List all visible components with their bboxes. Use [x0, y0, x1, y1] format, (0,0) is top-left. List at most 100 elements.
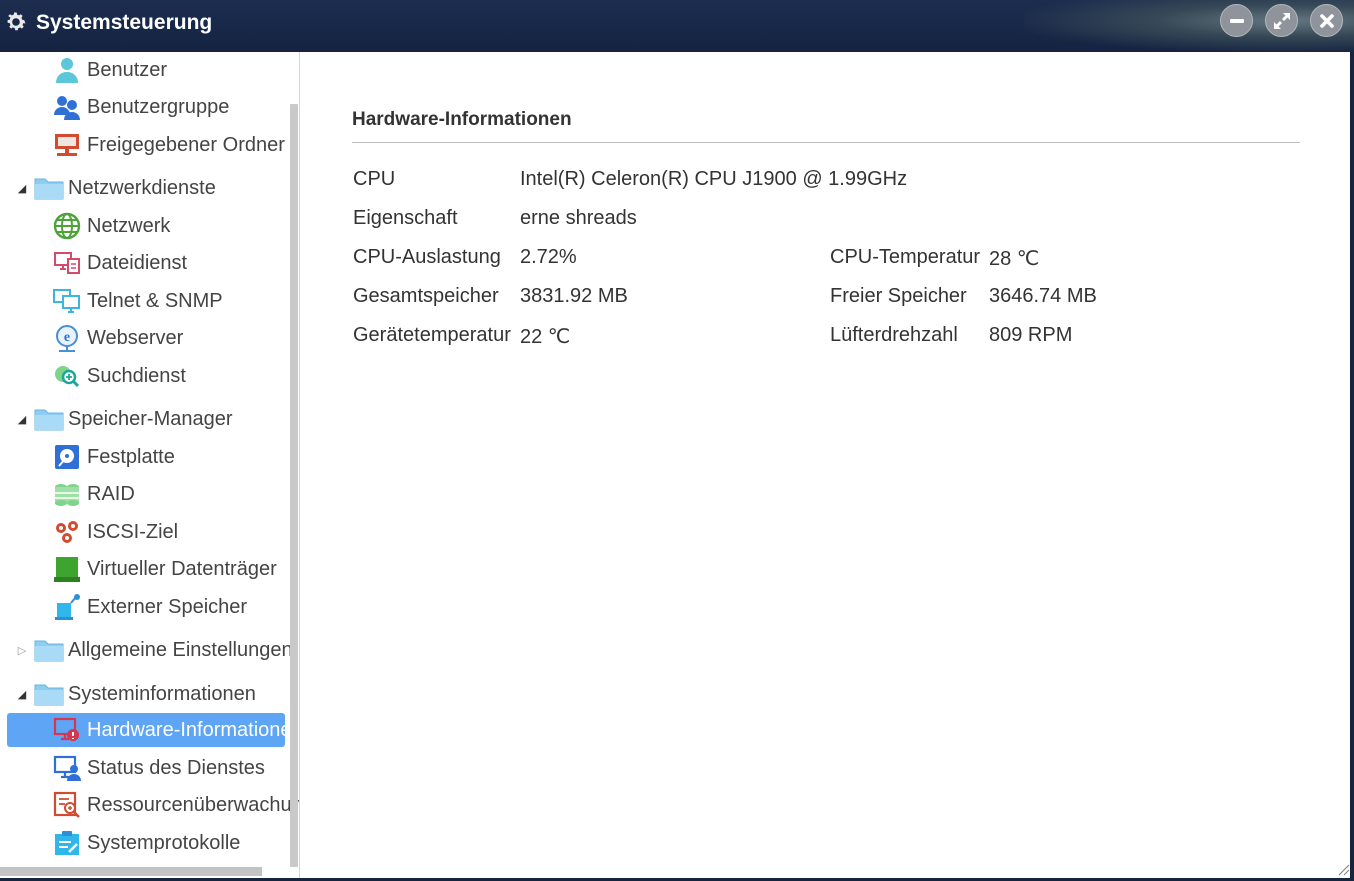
- tree-item-externer-speicher[interactable]: Externer Speicher: [0, 590, 290, 624]
- section-title: Hardware-Informationen: [352, 109, 572, 130]
- sidebar-vertical-scrollbar[interactable]: [290, 104, 298, 867]
- control-panel-window: Systemsteuerung Benutzer Benutzergruppe …: [0, 0, 1354, 881]
- gear-icon: [7, 12, 26, 31]
- tree-item-label: Virtueller Datenträger: [87, 557, 277, 580]
- cpu-temperature-label: CPU-Temperatur: [830, 246, 981, 268]
- close-icon: [1319, 13, 1334, 28]
- tree-group-label: Netzwerkdienste: [68, 176, 216, 199]
- tree-item-label: Externer Speicher: [87, 595, 248, 618]
- shared-folder-icon: [55, 134, 79, 156]
- cpu-load-label: CPU-Auslastung: [353, 246, 501, 268]
- eigenschaft-label: Eigenschaft: [353, 207, 458, 229]
- iscsi-icon: [56, 521, 78, 543]
- tree-item-telnet-snmp[interactable]: Telnet & SNMP: [0, 284, 290, 318]
- tree-item-dateidienst[interactable]: Dateidienst: [0, 246, 290, 280]
- svg-text:e: e: [64, 330, 70, 345]
- collapse-arrow-icon[interactable]: ◢: [14, 413, 30, 426]
- free-memory-label: Freier Speicher: [830, 285, 967, 307]
- window-title: Systemsteuerung: [36, 11, 213, 34]
- external-storage-icon: [55, 594, 80, 620]
- section-divider: [352, 142, 1300, 143]
- raid-icon: [55, 484, 79, 506]
- hard-disk-icon: [55, 445, 79, 469]
- minimize-icon: [1229, 18, 1244, 23]
- virtual-disk-icon: [54, 557, 80, 582]
- resource-monitor-icon: [53, 791, 80, 818]
- tree-item-label: Dateidienst: [87, 251, 188, 274]
- minimize-button[interactable]: [1220, 4, 1253, 37]
- tree-item-label: Hardware-Informationen: [87, 718, 300, 741]
- globe-icon: [53, 212, 81, 240]
- device-temperature-value: 22 ℃: [520, 326, 571, 348]
- cpu-temperature-value: 28 ℃: [989, 248, 1040, 270]
- fan-speed-value: 809 RPM: [989, 324, 1073, 346]
- folder-icon: [34, 178, 64, 200]
- tree-item-label: Netzwerk: [87, 214, 171, 237]
- collapse-arrow-icon[interactable]: ◢: [14, 182, 30, 195]
- close-button[interactable]: [1310, 4, 1343, 37]
- resize-grip-icon[interactable]: [1336, 862, 1350, 876]
- folder-icon: [34, 640, 64, 662]
- title-bar[interactable]: Systemsteuerung: [0, 0, 1354, 52]
- free-memory-value: 3646.74 MB: [989, 285, 1097, 307]
- tree-group-systeminformationen[interactable]: ◢ Systeminformationen: [0, 677, 290, 711]
- tree-group-label: Allgemeine Einstellungen: [68, 638, 293, 661]
- tree-item-raid[interactable]: RAID: [0, 477, 290, 511]
- navigation-tree: Benutzer Benutzergruppe Freigegebener Or…: [0, 52, 300, 878]
- tree-item-label: ISCSI-Ziel: [87, 520, 179, 543]
- tree-item-label: Ressourcenüberwachung: [87, 793, 300, 816]
- tree-item-hardware-informationen[interactable]: Hardware-Informationen: [7, 713, 299, 747]
- tree-item-status-des-dienstes[interactable]: Status des Dienstes: [0, 751, 290, 785]
- tree-item-iscsi-ziel[interactable]: ISCSI-Ziel: [0, 515, 290, 549]
- monitor-icon: [53, 289, 80, 313]
- tree-item-label: Systemprotokolle: [87, 831, 241, 854]
- tree-item-webserver[interactable]: e Webserver: [0, 321, 290, 355]
- system-log-icon: [55, 831, 79, 855]
- tree-item-label: Festplatte: [87, 445, 175, 468]
- search-service-icon: [55, 366, 80, 388]
- file-service-icon: [54, 252, 80, 274]
- tree-item-suchdienst[interactable]: Suchdienst: [0, 359, 290, 393]
- service-status-icon: [53, 755, 81, 781]
- tree-group-label: Speicher-Manager: [68, 407, 233, 430]
- maximize-button[interactable]: [1265, 4, 1298, 37]
- tree-item-label: Webserver: [87, 326, 184, 349]
- tree-item-label: Telnet & SNMP: [87, 289, 223, 312]
- cpu-label: CPU: [353, 168, 396, 190]
- window-body: Benutzer Benutzergruppe Freigegebener Or…: [0, 52, 1350, 878]
- hardware-info-icon: [53, 717, 79, 741]
- folder-icon: [34, 409, 64, 431]
- user-icon: [56, 58, 78, 83]
- cpu-load-value: 2.72%: [520, 246, 577, 268]
- tree-item-benutzer[interactable]: Benutzer: [0, 53, 290, 87]
- sidebar-horizontal-scrollbar[interactable]: [0, 867, 262, 876]
- cpu-value: Intel(R) Celeron(R) CPU J1900 @ 1.99GHz: [520, 168, 908, 190]
- tree-item-freigegebener-ordner[interactable]: Freigegebener Ordner: [0, 128, 290, 162]
- tree-group-allgemeine-einstellungen[interactable]: ▷ Allgemeine Einstellungen: [0, 633, 293, 667]
- tree-item-label: RAID: [87, 482, 135, 505]
- tree-item-benutzergruppe[interactable]: Benutzergruppe: [0, 90, 290, 124]
- tree-group-netzwerkdienste[interactable]: ◢ Netzwerkdienste: [0, 171, 290, 205]
- title-bar-background: [1024, 0, 1354, 52]
- tree-item-ressourcenueberwachung[interactable]: Ressourcenüberwachung: [0, 788, 299, 822]
- folder-icon: [34, 684, 64, 706]
- collapse-arrow-icon[interactable]: ◢: [14, 688, 30, 701]
- tree-group-label: Systeminformationen: [68, 682, 256, 705]
- hardware-info-panel: Hardware-Informationen CPU Intel(R) Cele…: [301, 52, 1350, 878]
- tree-item-festplatte[interactable]: Festplatte: [0, 440, 290, 474]
- expand-arrow-icon[interactable]: ▷: [14, 644, 30, 657]
- tree-item-netzwerk[interactable]: Netzwerk: [0, 209, 290, 243]
- fan-speed-label: Lüfterdrehzahl: [830, 324, 958, 346]
- tree-group-speicher-manager[interactable]: ◢ Speicher-Manager: [0, 402, 290, 436]
- tree-item-label: Status des Dienstes: [87, 756, 265, 779]
- tree-item-systemprotokolle[interactable]: Systemprotokolle: [0, 826, 290, 860]
- device-temperature-label: Gerätetemperatur: [353, 324, 511, 346]
- total-memory-value: 3831.92 MB: [520, 285, 628, 307]
- expand-icon: [1273, 12, 1290, 29]
- tree-item-label: Suchdienst: [87, 364, 186, 387]
- total-memory-label: Gesamtspeicher: [353, 285, 499, 307]
- tree-item-virtueller-datentraeger[interactable]: Virtueller Datenträger: [0, 552, 290, 586]
- tree-item-label: Benutzergruppe: [87, 95, 230, 118]
- eigenschaft-value: erne shreads: [520, 207, 637, 229]
- tree-item-label: Benutzer: [87, 58, 168, 81]
